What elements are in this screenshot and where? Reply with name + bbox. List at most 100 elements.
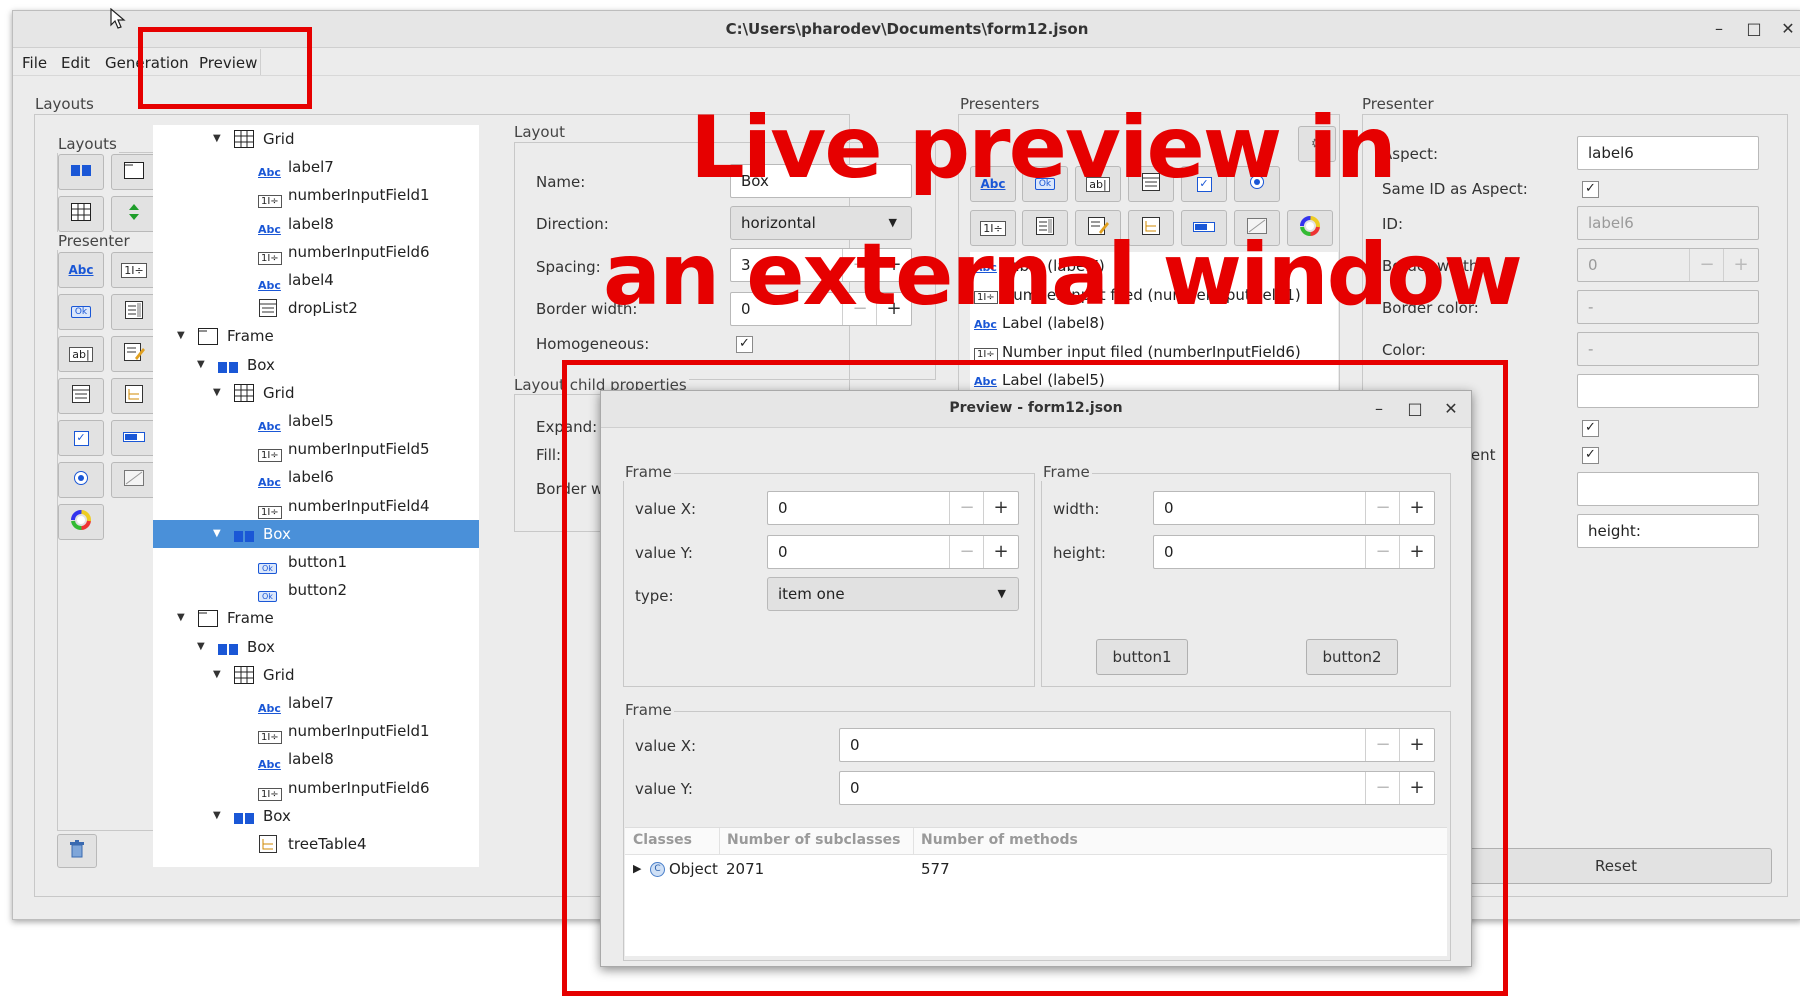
tree-item[interactable]: 1I÷ numberInputField6: [153, 238, 479, 266]
aspect-input[interactable]: label6: [1577, 136, 1759, 170]
presenter-checkbox-2[interactable]: ✓: [1582, 447, 1599, 464]
list-tool[interactable]: [111, 294, 157, 330]
text-input-icon: ab|: [69, 346, 93, 362]
tree-item-label: label6: [288, 468, 334, 487]
tree-item-label: dropList2: [288, 299, 358, 318]
tree-item[interactable]: Ok button1: [153, 548, 479, 576]
tree-item[interactable]: Abc label7: [153, 153, 479, 181]
border-color-input[interactable]: -: [1577, 290, 1759, 324]
frame-layout-tool[interactable]: [111, 154, 157, 190]
highlight-box-preview-window: [562, 360, 1508, 996]
height-input[interactable]: height:: [1577, 514, 1759, 548]
box-layout-tool[interactable]: [58, 154, 104, 190]
tree-item[interactable]: ▼ Box: [153, 802, 479, 830]
label-tool[interactable]: Abc: [58, 252, 104, 288]
color-tool[interactable]: [58, 504, 104, 540]
number-input-tool[interactable]: 1I÷: [111, 252, 157, 288]
tree-item-label: Box: [263, 806, 291, 825]
tree-item-label: label8: [288, 750, 334, 769]
tree-item-label: Box: [263, 524, 291, 543]
tree-item[interactable]: 1I÷ numberInputField1: [153, 717, 479, 745]
tree-item[interactable]: Abc label8: [153, 745, 479, 773]
tree-item[interactable]: 1I÷ numberInputField5: [153, 435, 479, 463]
tree-item[interactable]: ▼ Box: [153, 519, 479, 548]
close-button[interactable]: ✕: [1778, 19, 1798, 39]
menu-file[interactable]: File: [22, 54, 47, 72]
tree-item[interactable]: ▼ Frame: [153, 604, 479, 632]
menu-edit[interactable]: Edit: [61, 54, 90, 72]
tree-item[interactable]: Abc label8: [153, 210, 479, 238]
id-input[interactable]: label6: [1577, 206, 1759, 240]
checkbox-tool[interactable]: ✓: [58, 420, 104, 456]
radio-tool[interactable]: [58, 462, 104, 498]
tree-icon: [258, 834, 278, 863]
label-icon: Abc: [68, 263, 94, 277]
tree-item-label: Box: [247, 355, 275, 374]
image-icon: [123, 469, 145, 491]
tree-item[interactable]: ▼ Frame: [153, 322, 479, 350]
grid-icon: [70, 202, 92, 226]
tree-item[interactable]: Abc label5: [153, 407, 479, 435]
expand-arrow-icon[interactable]: ▼: [197, 633, 205, 661]
expand-arrow-icon[interactable]: ▼: [213, 125, 221, 153]
plus-icon[interactable]: +: [1723, 249, 1758, 281]
presenter-checkbox-1[interactable]: ✓: [1582, 420, 1599, 437]
tree-item[interactable]: ▼ Box: [153, 633, 479, 661]
drop-list-tool[interactable]: [58, 378, 104, 414]
drop-list-icon: [71, 384, 91, 408]
paned-layout-tool[interactable]: [111, 196, 157, 232]
tree-item[interactable]: 1I÷ numberInputField1: [153, 181, 479, 209]
tree-item-label: label4: [288, 271, 334, 289]
text-area-tool[interactable]: [111, 336, 157, 372]
presenter-text-input-2[interactable]: [1577, 472, 1759, 506]
tree-item[interactable]: ▼ Grid: [153, 661, 479, 689]
same-id-checkbox[interactable]: ✓: [1582, 181, 1599, 198]
tree-table-icon: [124, 384, 144, 408]
presenter-border-width-stepper[interactable]: 0 − +: [1577, 248, 1759, 282]
tree-item[interactable]: Abc label6: [153, 463, 479, 491]
tree-table-tool[interactable]: [111, 378, 157, 414]
progress-tool[interactable]: [111, 420, 157, 456]
expand-arrow-icon[interactable]: ▼: [213, 520, 221, 548]
text-input-tool[interactable]: ab|: [58, 336, 104, 372]
expand-arrow-icon[interactable]: ▼: [213, 379, 221, 407]
tree-item[interactable]: treeTable4: [153, 830, 479, 858]
color-label: Color:: [1382, 341, 1426, 359]
expand-arrow-icon[interactable]: ▼: [177, 604, 185, 632]
tree-item-label: numberInputField4: [288, 496, 430, 515]
tree-item-label: label8: [288, 214, 334, 233]
tree-item[interactable]: ▼ Grid: [153, 125, 479, 153]
presenter-text-input[interactable]: [1577, 374, 1759, 408]
layout-tree[interactable]: ▼ Grid Abc label7 1I÷ numberInputField1 Abc lab…: [153, 125, 479, 867]
tree-item-label: numberInputField6: [288, 242, 430, 261]
progress-bar-icon: [122, 429, 146, 447]
tree-item-label: Grid: [263, 665, 295, 684]
expand-arrow-icon[interactable]: ▼: [213, 802, 221, 830]
image-tool[interactable]: [111, 462, 157, 498]
tree-item[interactable]: Abc label7: [153, 689, 479, 717]
minus-icon[interactable]: −: [1689, 249, 1724, 281]
expand-arrow-icon[interactable]: ▼: [177, 322, 185, 350]
tree-item-label: Box: [247, 637, 275, 656]
tree-item[interactable]: Ok button2: [153, 576, 479, 604]
homogeneous-checkbox[interactable]: ✓: [736, 336, 753, 353]
button-tool[interactable]: Ok: [58, 294, 104, 330]
tree-item-label: Grid: [263, 383, 295, 402]
expand-arrow-icon[interactable]: ▼: [197, 351, 205, 379]
tree-item-label: numberInputField6: [288, 778, 430, 797]
expand-arrow-icon[interactable]: ▼: [213, 661, 221, 689]
tree-item[interactable]: ▼ Box: [153, 351, 479, 379]
tree-item-label: numberInputField1: [288, 722, 430, 741]
minimize-button[interactable]: –: [1709, 19, 1729, 39]
tree-item[interactable]: 1I÷ numberInputField4: [153, 492, 479, 520]
color-input[interactable]: -: [1577, 332, 1759, 366]
tree-item[interactable]: ▼ Grid: [153, 379, 479, 407]
same-id-label: Same ID as Aspect:: [1382, 180, 1528, 198]
delete-button[interactable]: [57, 834, 97, 868]
tree-item-label: Frame: [227, 327, 274, 346]
tree-item[interactable]: dropList2: [153, 294, 479, 322]
grid-layout-tool[interactable]: [58, 196, 104, 232]
maximize-button[interactable]: □: [1744, 19, 1764, 39]
tree-item[interactable]: 1I÷ numberInputField6: [153, 774, 479, 802]
tree-item[interactable]: Abc label4: [153, 266, 479, 294]
